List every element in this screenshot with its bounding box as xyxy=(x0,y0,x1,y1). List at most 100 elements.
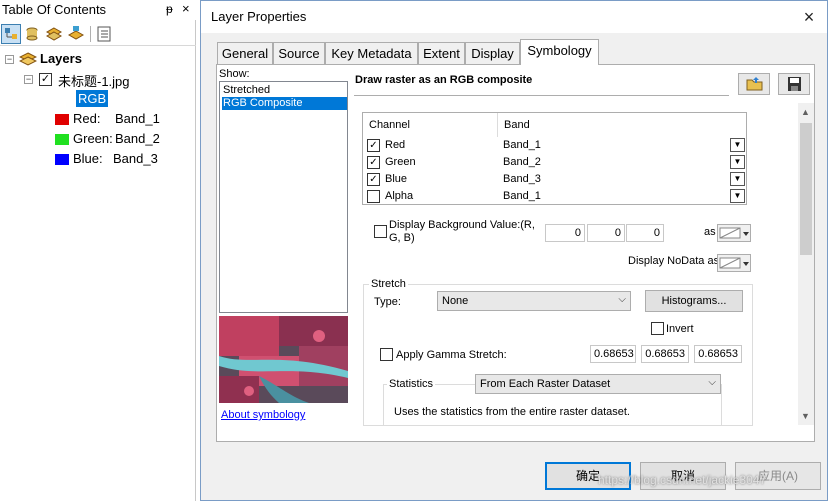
layer-visibility-checkbox[interactable]: ✓ xyxy=(39,73,52,86)
band-dropdown-arrow-icon[interactable]: ▼ xyxy=(730,172,745,186)
table-row: ✓ Green Band_2 ▼ xyxy=(363,154,746,171)
green-channel-checkbox[interactable]: ✓ xyxy=(367,156,380,169)
histograms-button[interactable]: Histograms... xyxy=(645,290,743,312)
gamma-r-field[interactable]: 0.68653 xyxy=(590,345,636,363)
layer-properties-dialog: Layer Properties × General Source Key Me… xyxy=(200,0,828,501)
watermark-text: https://blog.csdn.net/jackie3047 xyxy=(598,473,767,487)
background-g-field[interactable]: 0 xyxy=(587,224,625,242)
options-button[interactable] xyxy=(94,24,114,44)
band-value: Band_3 xyxy=(503,173,541,185)
band-value: Band_2 xyxy=(503,156,541,168)
statistics-label: Statistics xyxy=(387,378,436,390)
about-symbology-link[interactable]: About symbology xyxy=(221,409,305,421)
list-by-selection-button[interactable] xyxy=(66,24,86,44)
layers-label: Layers xyxy=(40,51,82,66)
chevron-down-icon: ⌵ xyxy=(618,294,626,305)
gamma-g-field[interactable]: 0.68653 xyxy=(641,345,689,363)
stretch-type-value: None xyxy=(442,295,469,307)
display-background-checkbox[interactable] xyxy=(374,225,387,238)
statistics-description: Uses the statistics from the entire rast… xyxy=(394,406,630,418)
dialog-close-icon[interactable]: × xyxy=(799,7,819,27)
background-r-field[interactable]: 0 xyxy=(545,224,585,242)
gamma-b-field[interactable]: 0.68653 xyxy=(694,345,742,363)
stretch-group-label: Stretch xyxy=(369,278,408,290)
background-b-field[interactable]: 0 xyxy=(626,224,664,242)
no-color-icon xyxy=(719,257,749,269)
table-row: Alpha Band_1 ▼ xyxy=(363,188,746,205)
save-icon xyxy=(788,77,801,91)
rgb-label[interactable]: RGB xyxy=(76,90,109,107)
layers-collapse-icon[interactable]: − xyxy=(5,55,14,64)
invert-label: Invert xyxy=(666,323,694,335)
background-value-label-line2: G, B) xyxy=(389,232,415,244)
band-column-header: Band xyxy=(504,119,530,131)
background-color-button[interactable] xyxy=(717,224,751,242)
tab-general[interactable]: General xyxy=(217,42,273,64)
tab-symbology[interactable]: Symbology xyxy=(520,39,599,65)
show-item-rgb-composite[interactable]: RGB Composite xyxy=(222,97,347,110)
nodata-color-button[interactable] xyxy=(717,254,751,272)
table-row: ✓ Blue Band_3 ▼ xyxy=(363,171,746,188)
layers-selection-icon xyxy=(67,26,85,40)
channel-band-table: Channel Band ✓ Red Band_1 ▼ ✓ Green Band… xyxy=(362,112,747,205)
band-dropdown-arrow-icon[interactable]: ▼ xyxy=(730,138,745,152)
tab-extent[interactable]: Extent xyxy=(418,42,465,64)
channel-column-header: Channel xyxy=(363,113,498,137)
red-channel-checkbox[interactable]: ✓ xyxy=(367,139,380,152)
content-scrollbar[interactable]: ▲ ▼ xyxy=(798,103,814,425)
invert-checkbox[interactable] xyxy=(651,322,664,335)
background-as-label: as xyxy=(704,226,716,238)
alpha-channel-checkbox[interactable] xyxy=(367,190,380,203)
nodata-label: Display NoData as xyxy=(628,255,720,267)
show-item-stretched[interactable]: Stretched xyxy=(222,84,347,97)
dialog-title: Layer Properties xyxy=(211,9,307,24)
open-layer-file-button[interactable] xyxy=(738,73,770,95)
options-list-icon xyxy=(97,26,111,42)
statistics-value: From Each Raster Dataset xyxy=(480,378,611,390)
apply-gamma-checkbox[interactable] xyxy=(380,348,393,361)
save-layer-file-button[interactable] xyxy=(778,73,810,95)
list-by-visibility-button[interactable] xyxy=(44,24,64,44)
statistics-dropdown[interactable]: From Each Raster Dataset ⌵ xyxy=(475,374,721,394)
blue-channel-label: Blue: xyxy=(73,151,103,166)
dialog-title-bar: Layer Properties × xyxy=(201,1,827,33)
gamma-label: Apply Gamma Stretch: xyxy=(396,349,507,361)
tab-source[interactable]: Source xyxy=(273,42,325,64)
tab-display[interactable]: Display xyxy=(465,42,520,64)
table-of-contents-panel: Table Of Contents ᵽ × − Layers − ✓ 未标题-1… xyxy=(0,0,196,501)
list-by-drawing-order-button[interactable] xyxy=(1,24,21,44)
band-dropdown-arrow-icon[interactable]: ▼ xyxy=(730,189,745,203)
green-swatch xyxy=(55,134,69,145)
scroll-up-icon[interactable]: ▲ xyxy=(801,107,810,117)
red-channel-band: Band_1 xyxy=(115,111,160,126)
channel-name: Alpha xyxy=(385,190,414,202)
draw-raster-header: Draw raster as an RGB composite xyxy=(354,72,729,96)
drawing-order-icon xyxy=(5,28,17,39)
scrollbar-thumb[interactable] xyxy=(800,123,812,255)
stretch-type-label: Type: xyxy=(374,296,401,308)
stretch-type-dropdown[interactable]: None ⌵ xyxy=(437,291,631,311)
channel-name: Red xyxy=(385,139,406,151)
band-dropdown-arrow-icon[interactable]: ▼ xyxy=(730,155,745,169)
layers-visibility-icon xyxy=(45,27,63,41)
band-value: Band_1 xyxy=(503,190,541,202)
blue-channel-band: Band_3 xyxy=(113,151,158,166)
raster-preview-graphic xyxy=(219,316,348,403)
chevron-down-icon: ⌵ xyxy=(708,377,716,388)
band-value: Band_1 xyxy=(503,139,541,151)
background-value-label-line1: Display Background Value:(R, xyxy=(389,219,535,231)
green-channel-band: Band_2 xyxy=(115,131,160,146)
pin-icon[interactable]: ᵽ xyxy=(166,2,173,16)
blue-channel-checkbox[interactable]: ✓ xyxy=(367,173,380,186)
show-label: Show: xyxy=(219,68,250,80)
show-list[interactable]: Stretched RGB Composite xyxy=(219,81,348,313)
green-channel-label: Green: xyxy=(73,131,113,146)
scroll-down-icon[interactable]: ▼ xyxy=(801,411,810,421)
layer-name[interactable]: 未标题-1.jpg xyxy=(58,71,130,90)
toc-toolbar xyxy=(0,22,196,46)
list-by-source-button[interactable] xyxy=(22,24,42,44)
tab-key-metadata[interactable]: Key Metadata xyxy=(325,42,418,64)
layer-collapse-icon[interactable]: − xyxy=(24,75,33,84)
toc-close-icon[interactable]: × xyxy=(182,1,190,16)
symbology-preview-image xyxy=(219,316,348,403)
